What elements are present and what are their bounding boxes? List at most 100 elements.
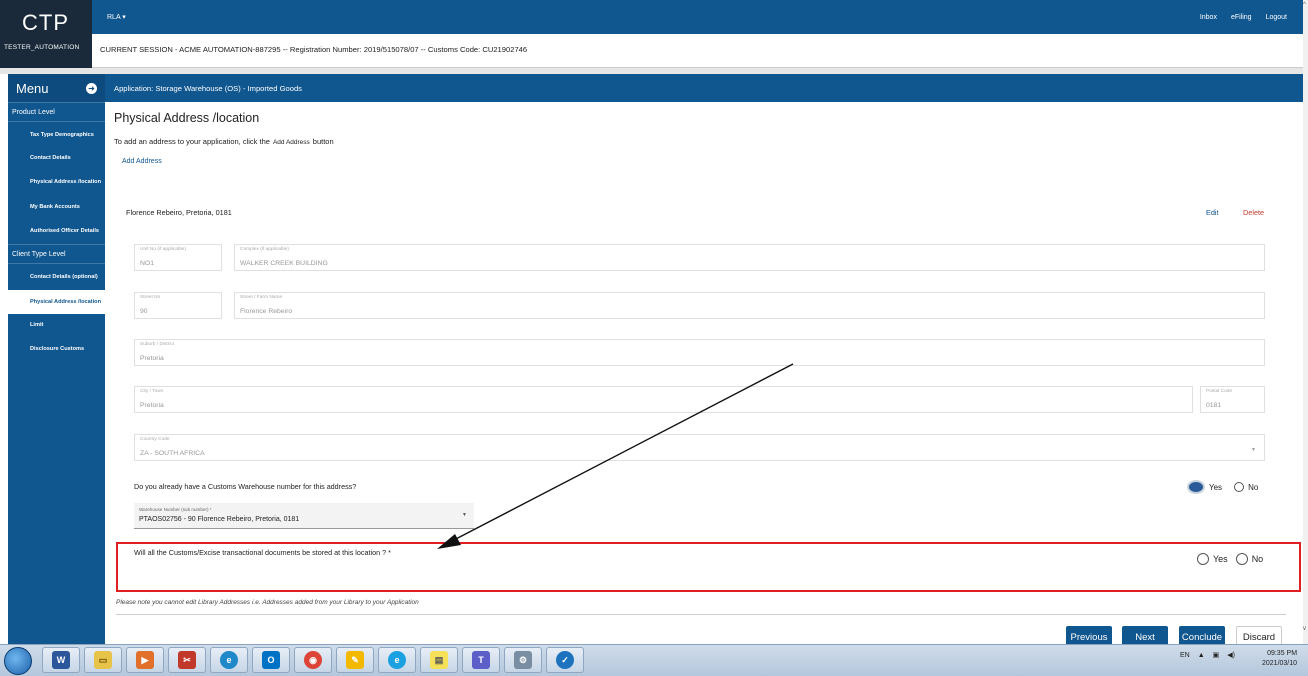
network-icon[interactable]: ▣: [1213, 651, 1220, 659]
street-no-label: Street No: [140, 295, 161, 300]
suburb-field[interactable]: Suburb / District Pretoria: [134, 339, 1265, 366]
ctp-logo[interactable]: CTP TESTER_AUTOMATION: [0, 0, 92, 68]
documents-yes-label: Yes: [1213, 554, 1228, 564]
edge-icon[interactable]: e: [210, 647, 248, 673]
street-name-label: Street / Farm Name: [240, 295, 283, 300]
warehouse-radio-group: Yes No: [1187, 480, 1258, 494]
sidebar-item-client-physical-address[interactable]: Physical Address /location: [8, 290, 105, 314]
unit-no-field[interactable]: Unit No (if applicable) NO1: [134, 244, 222, 271]
documents-question: Will all the Customs/Excise transactiona…: [134, 548, 391, 557]
chrome-icon[interactable]: ◉: [294, 647, 332, 673]
word-icon[interactable]: W: [42, 647, 80, 673]
documents-yes-radio[interactable]: [1197, 553, 1209, 565]
street-no-value: 90: [140, 308, 148, 315]
clock-time: 09:35 PM: [1267, 650, 1298, 657]
paint-icon[interactable]: ✎: [336, 647, 374, 673]
menu-header: Menu ➜: [8, 74, 105, 102]
volume-icon[interactable]: ◀): [1227, 651, 1235, 659]
warehouse-question: Do you already have a Customs Warehouse …: [134, 482, 357, 491]
sidebar-item-tax-type-demographics[interactable]: Tax Type Demographics: [8, 122, 105, 148]
complex-field[interactable]: Complex (if applicable) WALKER CREEK BUI…: [234, 244, 1265, 271]
sticky-notes-icon[interactable]: ▤: [420, 647, 458, 673]
sidebar-section-client-type-level: Client Type Level: [8, 244, 105, 264]
application-header: Application: Storage Warehouse (OS) - Im…: [105, 74, 1303, 102]
inbox-link[interactable]: Inbox: [1200, 14, 1217, 21]
library-note: Please note you cannot edit Library Addr…: [116, 599, 419, 606]
snipping-tool-icon[interactable]: ✂: [168, 647, 206, 673]
warehouse-number-value: PTAOS02756 - 90 Florence Rebeiro, Pretor…: [139, 516, 300, 523]
efiling-link[interactable]: eFiling: [1231, 14, 1252, 21]
media-player-icon[interactable]: ▶: [126, 647, 164, 673]
address-name: Florence Rebeiro, Pretoria, 0181: [126, 208, 232, 217]
sidebar-item-limit[interactable]: Limit: [8, 314, 105, 336]
city-label: City / Town: [140, 389, 164, 394]
sidebar-item-client-contact-details[interactable]: Contact Details (optional): [8, 264, 105, 290]
caret-down-icon: ▼: [1251, 447, 1256, 453]
menu-title: Menu: [16, 80, 49, 96]
sidebar-item-authorised-officer[interactable]: Authorised Officer Details: [8, 218, 105, 244]
sidebar-section-product-level: Product Level: [8, 102, 105, 122]
menu-toggle-icon[interactable]: ➜: [86, 82, 97, 94]
documents-no-label: No: [1251, 554, 1264, 564]
warehouse-yes-label: Yes: [1209, 482, 1223, 492]
country-code-label: Country Code: [140, 437, 170, 442]
documents-radio-group: Yes No: [1197, 553, 1263, 565]
sidebar-item-bank-accounts[interactable]: My Bank Accounts: [8, 196, 105, 218]
top-navigation-bar: RLA ▾ Inbox eFiling Logout: [92, 0, 1303, 34]
tray-arrow-icon[interactable]: ▲: [1198, 652, 1205, 659]
page-title: Physical Address /location: [114, 111, 260, 125]
system-tray: EN ▲ ▣ ◀): [1180, 651, 1235, 660]
edit-address-link[interactable]: Edit: [1206, 208, 1219, 217]
application-window: CTP TESTER_AUTOMATION RLA ▾ Inbox eFilin…: [0, 0, 1303, 648]
main-content: Physical Address /location To add an add…: [105, 102, 1303, 648]
warehouse-no-radio[interactable]: [1234, 482, 1245, 492]
start-button[interactable]: [4, 647, 32, 675]
street-name-field[interactable]: Street / Farm Name Florence Rebeiro: [234, 292, 1265, 319]
teams-icon[interactable]: T: [462, 647, 500, 673]
vpn-icon[interactable]: ✓: [546, 647, 584, 673]
sidebar-item-physical-address[interactable]: Physical Address /location: [8, 168, 105, 196]
instruction-text: To add an address to your application, c…: [114, 137, 334, 146]
system-clock[interactable]: 09:35 PM 2021/03/10: [1262, 649, 1297, 669]
country-code-value: ZA - SOUTH AFRICA: [140, 450, 205, 457]
logo-text: CTP: [22, 10, 69, 35]
rla-menu-label: RLA: [107, 14, 121, 21]
delete-address-link[interactable]: Delete: [1243, 208, 1264, 217]
network-tool-icon[interactable]: ⚙: [504, 647, 542, 673]
postal-code-value: 0181: [1206, 402, 1222, 409]
logout-link[interactable]: Logout: [1266, 14, 1287, 21]
add-address-button[interactable]: Add Address: [122, 158, 162, 165]
divider: [116, 614, 1286, 615]
country-code-select[interactable]: Country Code ZA - SOUTH AFRICA ▼: [134, 434, 1265, 461]
warehouse-number-label: Warehouse Number (sub number) *: [139, 507, 212, 512]
city-field[interactable]: City / Town Pretoria: [134, 386, 1193, 413]
vertical-scrollbar[interactable]: [1303, 0, 1308, 644]
complex-value: WALKER CREEK BUILDING: [240, 260, 328, 267]
sidebar-item-contact-details[interactable]: Contact Details: [8, 148, 105, 168]
language-indicator[interactable]: EN: [1180, 652, 1190, 659]
rla-menu-dropdown[interactable]: RLA ▾: [107, 13, 126, 21]
file-explorer-icon[interactable]: ▭: [84, 647, 122, 673]
scroll-down-icon[interactable]: v: [1303, 626, 1306, 632]
application-title: Application: Storage Warehouse (OS) - Im…: [114, 84, 302, 93]
warehouse-yes-radio[interactable]: [1187, 480, 1205, 494]
sidebar-menu: Menu ➜ Product Level Tax Type Demographi…: [8, 74, 105, 644]
scroll-up-icon[interactable]: ^: [1303, 2, 1306, 8]
caret-down-icon: ▼: [462, 512, 467, 518]
unit-no-value: NO1: [140, 260, 154, 267]
unit-no-label: Unit No (if applicable): [140, 247, 186, 252]
warehouse-number-select[interactable]: Warehouse Number (sub number) * PTAOS027…: [134, 503, 474, 529]
suburb-value: Pretoria: [140, 355, 164, 362]
street-no-field[interactable]: Street No 90: [134, 292, 222, 319]
city-value: Pretoria: [140, 402, 164, 409]
postal-code-field[interactable]: Postal Code 0181: [1200, 386, 1265, 413]
postal-code-label: Postal Code: [1206, 389, 1233, 394]
instruction-pre: To add an address to your application, c…: [114, 137, 270, 146]
complex-label: Complex (if applicable): [240, 247, 289, 252]
internet-explorer-icon[interactable]: e: [378, 647, 416, 673]
sidebar-item-disclosure-customs[interactable]: Disclosure Customs: [8, 336, 105, 362]
documents-no-radio[interactable]: [1235, 553, 1248, 565]
outlook-icon[interactable]: O: [252, 647, 290, 673]
session-bar: CURRENT SESSION - ACME AUTOMATION-887295…: [92, 34, 1303, 68]
windows-taskbar: W ▭ ▶ ✂ e O ◉ ✎ e ▤ T ⚙ ✓ EN ▲ ▣ ◀) 09:3…: [0, 644, 1308, 676]
